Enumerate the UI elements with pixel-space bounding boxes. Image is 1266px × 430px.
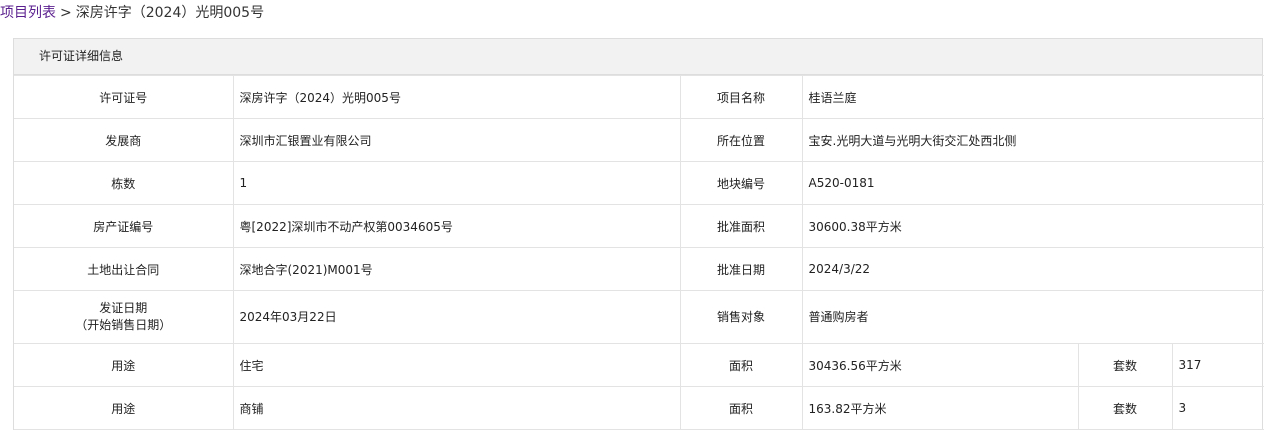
sets-label: 套数	[1077, 386, 1173, 430]
approval-date-value: 2024/3/22	[801, 247, 1264, 291]
land-contract-value: 深地合字(2021)M001号	[232, 247, 681, 291]
project-name-label: 项目名称	[679, 75, 803, 119]
breadcrumb: 项目列表 > 深房许字（2024）光明005号	[0, 0, 264, 26]
table-row: 栋数 1 地块编号 A520-0181	[14, 161, 1264, 205]
plot-number-value: A520-0181	[801, 161, 1264, 205]
usage-row: 用途 商铺 面积 163.82平方米 套数 3	[14, 386, 1264, 430]
permit-number-label: 许可证号	[14, 75, 234, 119]
sets-value: 317	[1171, 343, 1264, 387]
panel-title: 许可证详细信息	[14, 39, 1262, 75]
location-label: 所在位置	[679, 118, 803, 162]
usage-label: 用途	[14, 386, 234, 430]
property-cert-value: 粤[2022]深圳市不动产权第0034605号	[232, 204, 681, 248]
issue-date-label-line1: 发证日期	[99, 301, 148, 315]
table-row: 发展商 深圳市汇银置业有限公司 所在位置 宝安.光明大道与光明大街交汇处西北侧	[14, 118, 1264, 162]
area-label: 面积	[679, 386, 803, 430]
land-contract-label: 土地出让合同	[14, 247, 234, 291]
usage-value: 商铺	[232, 386, 681, 430]
sets-label: 套数	[1077, 343, 1173, 387]
developer-label: 发展商	[14, 118, 234, 162]
issue-date-label-line2: （开始销售日期）	[75, 318, 172, 332]
usage-value: 住宅	[232, 343, 681, 387]
table-row: 许可证号 深房许字（2024）光明005号 项目名称 桂语兰庭	[14, 75, 1264, 119]
table-row: 土地出让合同 深地合字(2021)M001号 批准日期 2024/3/22	[14, 247, 1264, 291]
plot-number-label: 地块编号	[679, 161, 803, 205]
permit-number-value: 深房许字（2024）光明005号	[232, 75, 681, 119]
issue-date-value: 2024年03月22日	[232, 290, 681, 344]
location-value: 宝安.光明大道与光明大街交汇处西北侧	[801, 118, 1264, 162]
approved-area-value: 30600.38平方米	[801, 204, 1264, 248]
project-name-value: 桂语兰庭	[801, 75, 1264, 119]
area-value: 30436.56平方米	[801, 343, 1079, 387]
approval-date-label: 批准日期	[679, 247, 803, 291]
breadcrumb-separator: >	[60, 5, 72, 21]
building-count-value: 1	[232, 161, 681, 205]
breadcrumb-project-list-link[interactable]: 项目列表	[0, 5, 56, 21]
sales-target-label: 销售对象	[679, 290, 803, 344]
issue-date-label: 发证日期 （开始销售日期）	[14, 290, 234, 344]
usage-row: 用途 住宅 面积 30436.56平方米 套数 317	[14, 343, 1264, 387]
permit-detail-panel: 许可证详细信息 许可证号 深房许字（2024）光明005号 项目名称 桂语兰庭 …	[13, 38, 1264, 430]
usage-label: 用途	[14, 343, 234, 387]
table-row: 发证日期 （开始销售日期） 2024年03月22日 销售对象 普通购房者	[14, 290, 1264, 344]
developer-value: 深圳市汇银置业有限公司	[232, 118, 681, 162]
breadcrumb-current: 深房许字（2024）光明005号	[75, 5, 265, 21]
sets-value: 3	[1171, 386, 1264, 430]
approved-area-label: 批准面积	[679, 204, 803, 248]
building-count-label: 栋数	[14, 161, 234, 205]
property-cert-label: 房产证编号	[14, 204, 234, 248]
sales-target-value: 普通购房者	[801, 290, 1264, 344]
area-label: 面积	[679, 343, 803, 387]
area-value: 163.82平方米	[801, 386, 1079, 430]
table-row: 房产证编号 粤[2022]深圳市不动产权第0034605号 批准面积 30600…	[14, 204, 1264, 248]
permit-detail-table: 许可证号 深房许字（2024）光明005号 项目名称 桂语兰庭 发展商 深圳市汇…	[14, 75, 1264, 430]
